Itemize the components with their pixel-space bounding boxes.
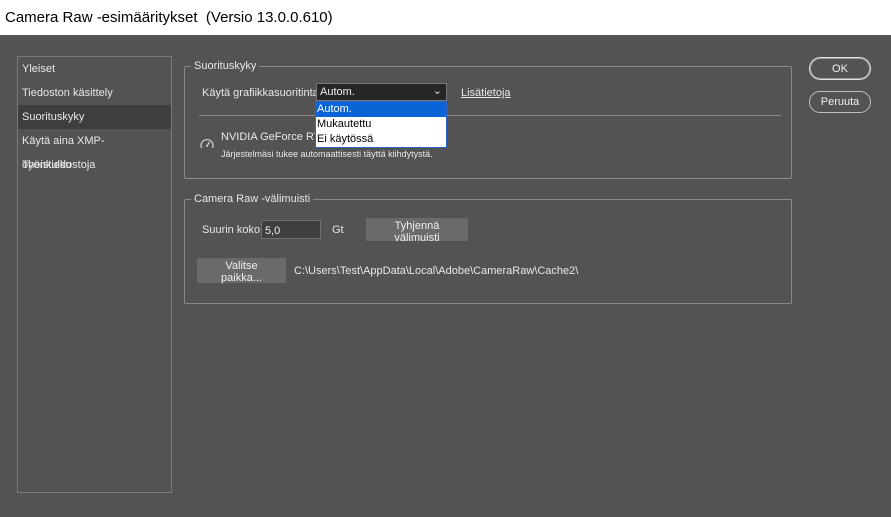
purge-cache-button[interactable]: Tyhjennä välimuisti bbox=[366, 218, 468, 244]
gpu-dropdown-list: Autom. Mukautettu Ei käytössä bbox=[315, 101, 447, 148]
window-version: (Versio 13.0.0.610) bbox=[205, 9, 333, 26]
gpu-select-value: Autom. bbox=[320, 86, 355, 98]
cache-path: C:\Users\Test\AppData\Local\Adobe\Camera… bbox=[294, 265, 579, 277]
gpu-select[interactable]: Autom. ⌄ bbox=[316, 83, 447, 101]
cancel-button[interactable]: Peruuta bbox=[809, 91, 871, 113]
sidebar-item-file-handling[interactable]: Tiedoston käsittely bbox=[18, 81, 171, 105]
cache-size-input[interactable] bbox=[261, 220, 321, 239]
sidebar-item-performance[interactable]: Suorituskyky bbox=[18, 105, 171, 129]
category-list: Yleiset Tiedoston käsittely Suorituskyky… bbox=[17, 56, 172, 493]
gpu-option-custom[interactable]: Mukautettu bbox=[316, 117, 446, 132]
gpu-option-off[interactable]: Ei käytössä bbox=[316, 132, 446, 147]
ok-button[interactable]: OK bbox=[809, 57, 871, 80]
cache-size-label: Suurin koko: bbox=[202, 224, 264, 236]
performance-group-title: Suorituskyky bbox=[191, 59, 260, 73]
divider bbox=[199, 115, 781, 116]
cache-size-unit: Gt bbox=[332, 224, 344, 236]
choose-location-button[interactable]: Valitse paikka... bbox=[197, 258, 286, 284]
more-info-link[interactable]: Lisätietoja bbox=[461, 87, 511, 99]
sidebar-item-general[interactable]: Yleiset bbox=[18, 57, 171, 81]
performance-group: Suorituskyky bbox=[184, 59, 792, 179]
chevron-down-icon: ⌄ bbox=[432, 85, 442, 97]
title-bar: Camera Raw -esimääritykset (Versio 13.0.… bbox=[0, 0, 891, 35]
speedometer-icon bbox=[199, 136, 215, 152]
gpu-label: Käytä grafiikkasuoritinta: bbox=[202, 87, 322, 99]
gpu-option-auto[interactable]: Autom. bbox=[316, 102, 446, 117]
sidebar-item-xmp-sidecar[interactable]: Käytä aina XMP-oheistiedostoja bbox=[18, 129, 171, 171]
gpu-name: NVIDIA GeForce RTX bbox=[221, 131, 328, 143]
gpu-status: Järjestelmäsi tukee automaattisesti täyt… bbox=[221, 149, 433, 159]
cache-group-title: Camera Raw -välimuisti bbox=[191, 192, 314, 206]
cache-group: Camera Raw -välimuisti bbox=[184, 192, 792, 304]
window-title: Camera Raw -esimääritykset bbox=[5, 9, 198, 26]
